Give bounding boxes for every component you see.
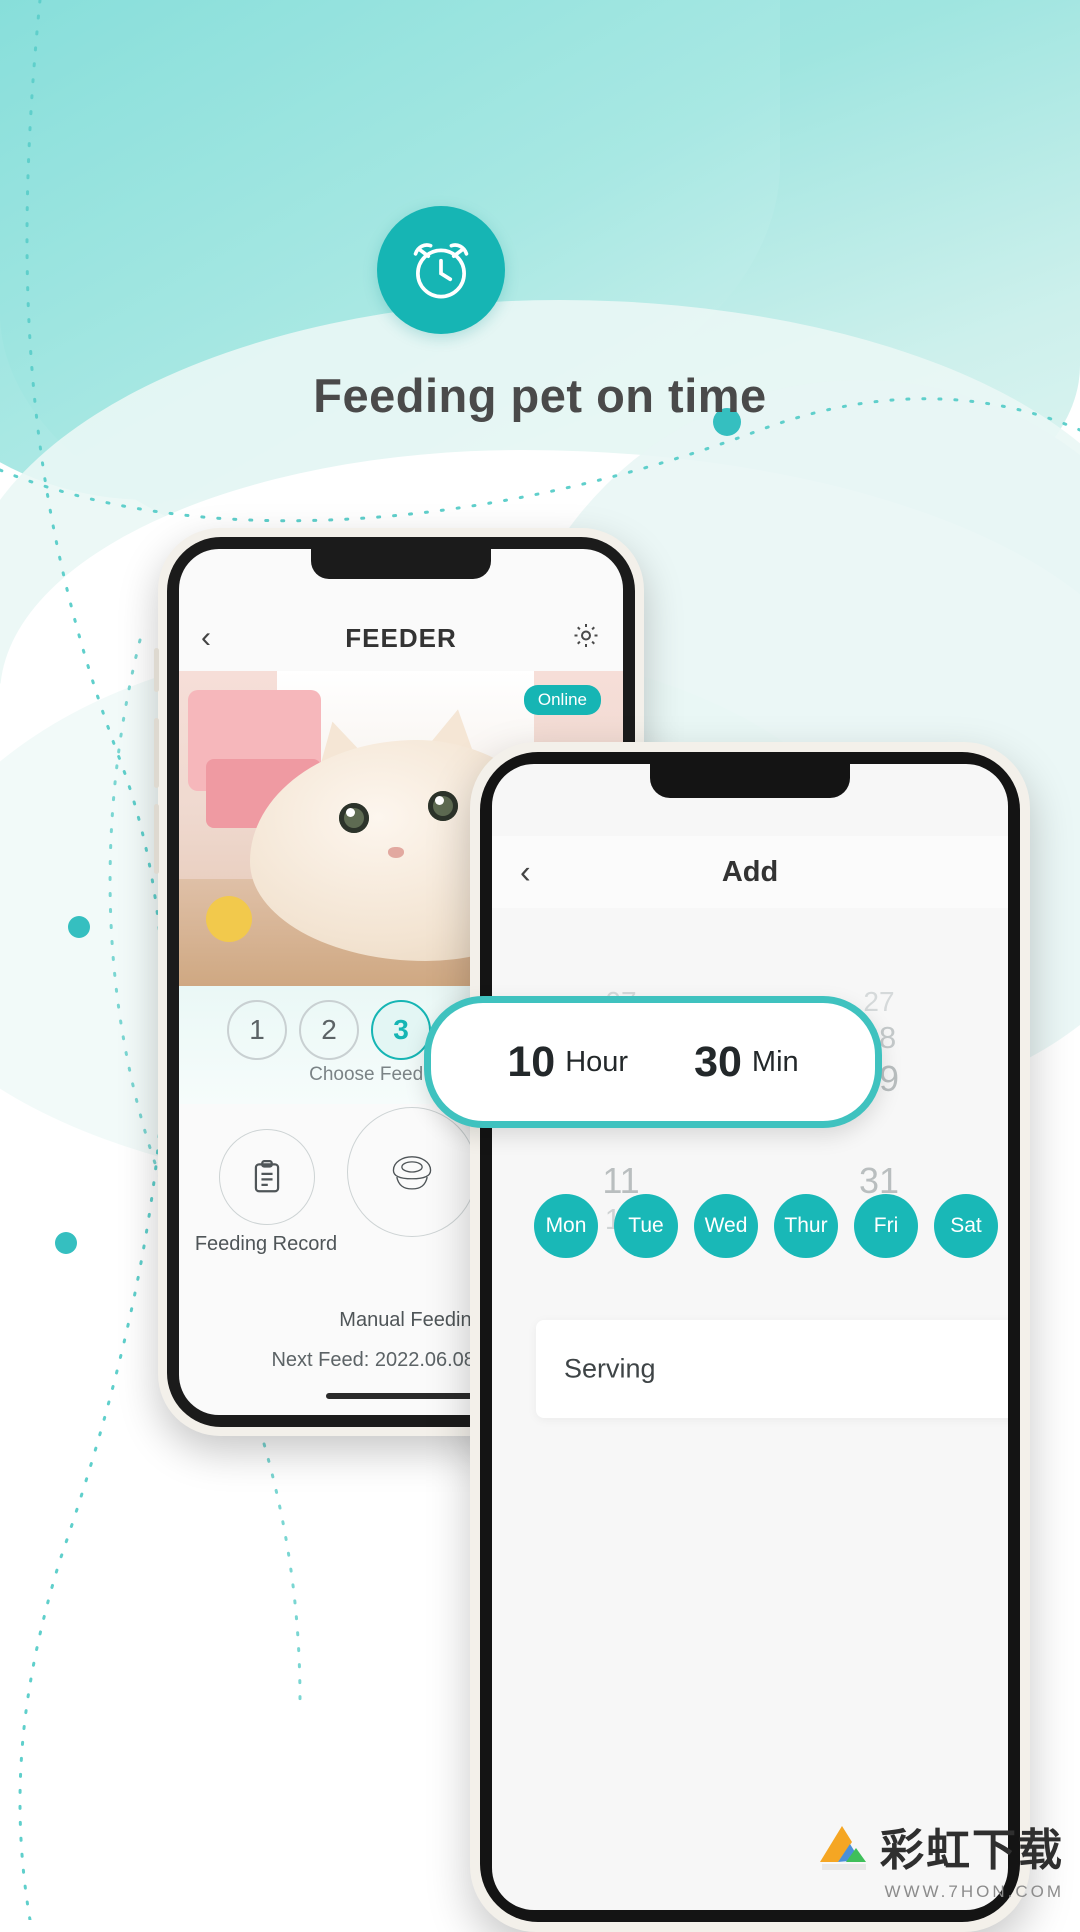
feeding-record-label: Feeding Record: [194, 1233, 338, 1255]
serving-field-label: Serving: [564, 1353, 656, 1384]
decorative-dot: [55, 1232, 77, 1254]
back-icon[interactable]: ‹: [520, 854, 531, 891]
phone-side-button: [154, 718, 159, 788]
phone-notch: [650, 764, 850, 798]
home-indicator: [326, 1393, 476, 1399]
decorative-dot: [68, 916, 90, 938]
serving-option-2[interactable]: 2: [299, 1000, 359, 1060]
feeder-navbar: ‹ FEEDER: [179, 605, 623, 671]
status-badge: Online: [523, 685, 601, 715]
day-fri[interactable]: Fri: [854, 1194, 918, 1258]
day-thur[interactable]: Thur: [774, 1194, 838, 1258]
feeder-title: FEEDER: [345, 622, 457, 653]
day-sat[interactable]: Sat: [934, 1194, 998, 1258]
phone-side-button: [154, 648, 159, 692]
toy-ball: [205, 895, 252, 942]
phone-mockup-right: ‹ Add 07 08 09 11 12 27 28 29 31 32 Mon …: [470, 742, 1030, 1932]
serving-field[interactable]: Serving: [536, 1320, 1008, 1418]
feeding-record-button[interactable]: [219, 1129, 315, 1225]
selected-hour: 10: [507, 1037, 556, 1086]
serving-option-3[interactable]: 3: [371, 1000, 431, 1060]
day-mon[interactable]: Mon: [534, 1194, 598, 1258]
gear-icon[interactable]: [571, 621, 601, 656]
selected-minute: 30: [694, 1037, 742, 1086]
watermark-title: 彩虹下载: [880, 1826, 1064, 1875]
manual-feeding-button[interactable]: [347, 1107, 477, 1237]
watermark: 彩虹下载 WWW.7HON.COM: [816, 1814, 1064, 1902]
day-wed[interactable]: Wed: [694, 1194, 758, 1258]
phone-side-button: [154, 804, 159, 874]
selected-time-pill[interactable]: 10 Hour 30 Min: [424, 996, 882, 1128]
back-icon[interactable]: ‹: [201, 621, 211, 655]
add-title: Add: [721, 855, 779, 888]
weekday-selector: Mon Tue Wed Thur Fri Sat: [492, 1194, 1008, 1274]
minute-unit-label: Min: [751, 1045, 799, 1078]
serving-option-1[interactable]: 1: [227, 1000, 287, 1060]
cat-eye-left: [338, 803, 369, 834]
day-tue[interactable]: Tue: [614, 1194, 678, 1258]
phone-notch: [311, 549, 491, 579]
watermark-url: WWW.7HON.COM: [884, 1882, 1064, 1901]
cat-eye-right: [427, 790, 458, 821]
rainbow-logo-icon: [820, 1826, 866, 1870]
phone-screen-right: ‹ Add 07 08 09 11 12 27 28 29 31 32 Mon …: [492, 764, 1008, 1910]
alarm-clock-icon: [377, 206, 505, 334]
hour-unit-label: Hour: [565, 1045, 629, 1078]
add-navbar: ‹ Add: [492, 836, 1008, 908]
page-title: Feeding pet on time: [313, 369, 767, 422]
